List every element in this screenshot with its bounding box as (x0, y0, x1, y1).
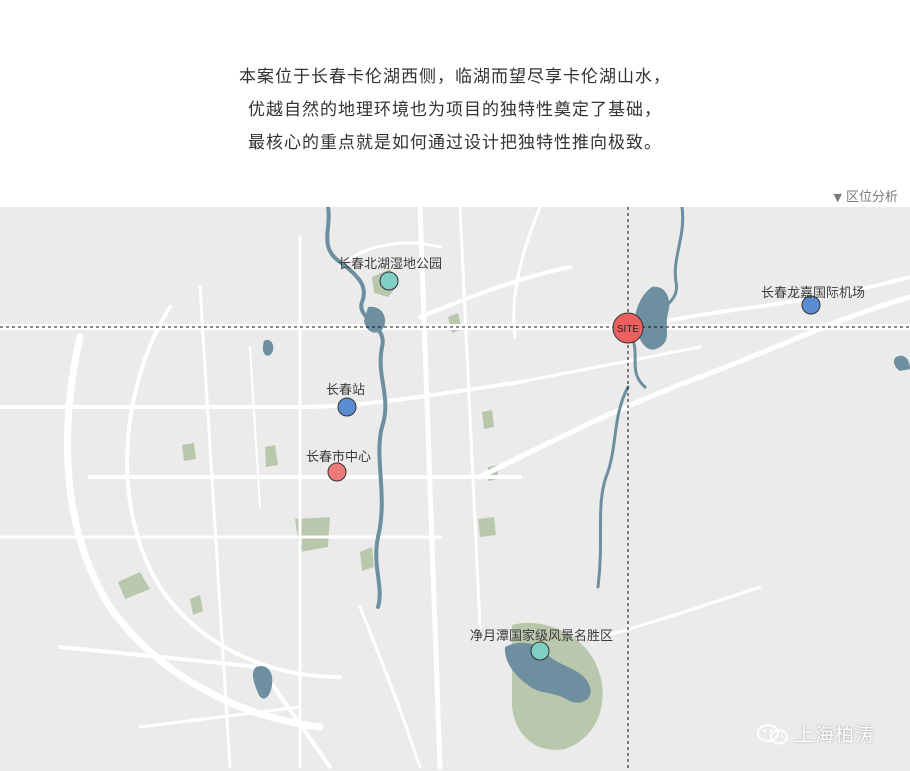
intro-text-block: 本案位于长春卡伦湖西侧，临湖而望尽享卡伦湖山水， 优越自然的地理环境也为项目的独… (0, 0, 910, 207)
intro-line-1: 本案位于长春卡伦湖西侧，临湖而望尽享卡伦湖山水， (239, 67, 671, 87)
green-patch (478, 517, 496, 537)
jingyuetan-marker (530, 641, 550, 661)
watermark-text: 上海柏涛 (795, 724, 876, 746)
green-patch (482, 410, 494, 429)
section-tag-location-analysis: ▼ 区位分析 (834, 186, 898, 205)
location-map: SITE 长春北湖湿地公园 长春龙嘉国际机场 长春站 长春市中心 净月潭国家级风… (0, 207, 910, 771)
label-airport: 长春龙嘉国际机场 (761, 286, 866, 301)
site-label: SITE (617, 324, 640, 335)
changchun-station-marker (337, 397, 357, 417)
intro-line-2: 优越自然的地理环境也为项目的独特性奠定了基础， (248, 100, 662, 120)
green-patch (182, 443, 196, 461)
wechat-icon (757, 723, 788, 744)
city-center-marker (327, 462, 347, 482)
watermark: 上海柏涛 (757, 720, 875, 747)
intro-line-3: 最核心的重点就是如何通过设计把独特性推向极致。 (248, 133, 662, 153)
section-tag-label: 区位分析 (845, 190, 898, 205)
label-beihu-park: 长春北湖湿地公园 (338, 257, 443, 272)
beihu-park-marker (379, 271, 399, 291)
label-jingyuetan: 净月潭国家级风景名胜区 (470, 629, 614, 644)
label-changchun-station: 长春站 (326, 383, 366, 398)
triangle-down-icon: ▼ (833, 191, 842, 204)
label-city-center: 长春市中心 (306, 450, 372, 465)
